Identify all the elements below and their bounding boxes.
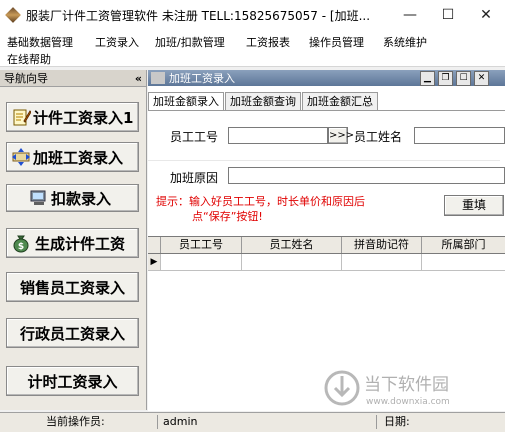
emp-name-input[interactable] [414,127,505,144]
nav-button-hourly-wage-entry[interactable]: 计时工资录入 [6,366,139,396]
tab-overtime-entry[interactable]: 加班金额录入 [148,92,224,111]
arrows-compress-icon [12,148,30,166]
reason-label: 加班原因 [170,171,219,185]
grid-column-header[interactable]: 拼音助记符 [342,237,422,253]
nav-button-deduction-entry[interactable]: 扣款录入 [6,184,139,212]
menu-bar: 基础数据管理 工资录入 加班/扣款管理 工资报表 操作员管理 系统维护 在线帮助 [0,30,505,67]
nav-button-label: 计件工资录入1 [33,108,134,127]
menu-system-maintenance[interactable]: 系统维护 [383,34,427,50]
grid-corner [148,237,161,253]
table-cell[interactable] [161,254,242,270]
nav-button-admin-wage-entry[interactable]: 行政员工资录入 [6,318,139,348]
close-button[interactable]: ✕ [467,0,505,30]
date-label: 日期: [384,415,410,428]
emp-id-input[interactable] [228,127,328,144]
operator-label: 当前操作员: [46,415,105,428]
tab-strip: 加班金额录入 加班金额查询 加班金额汇总 [148,92,379,111]
data-grid: 员工工号 员工姓名 拼音助记符 所属部门 ▶ [148,236,505,411]
operator-value: admin [163,415,198,428]
emp-id-label: 员工工号 [170,130,219,144]
child-window: 加班工资录入 ▁ ❐ ☐ ✕ 加班金额录入 加班金额查询 加班金额汇总 员工工号… [148,70,505,411]
menu-wage-report[interactable]: 工资报表 [246,34,290,50]
maximize-button[interactable]: ☐ [429,0,467,30]
reason-input[interactable] [228,167,505,184]
divider [148,148,500,161]
emp-name-label: 员工姓名 [354,130,403,144]
nav-button-label: 加班工资录入 [33,148,124,167]
menu-overtime-deduction[interactable]: 加班/扣款管理 [155,34,225,50]
nav-button-label: 销售员工资录入 [19,278,125,297]
table-cell[interactable] [422,254,505,270]
child-restore-button[interactable]: ❐ [438,71,453,86]
entry-form: 员工工号 >>> 员工姓名 加班原因 提示：输入好员工工号，时长单价和原因后 点… [148,110,505,237]
title-bar: 服装厂计件工资管理软件 未注册 TELL:15825675057 - [加班..… [0,0,505,30]
pencil-paper-icon [13,109,31,126]
hint-line-1: 提示：输入好员工工号，时长单价和原因后 [156,195,365,208]
navigation-panel: 导航向导 « 计件工资录入1 加班工资录入 扣款录入 $ 生成计件工资 销售员工… [0,70,147,410]
computer-icon [30,190,46,205]
child-close-button[interactable]: ✕ [474,71,489,86]
nav-button-sales-wage-entry[interactable]: 销售员工资录入 [6,272,139,302]
menu-basic-data[interactable]: 基础数据管理 [7,34,73,50]
child-window-icon [151,72,165,84]
child-window-titlebar: 加班工资录入 ▁ ❐ ☐ ✕ [148,70,505,86]
grid-column-header[interactable]: 员工姓名 [242,237,342,253]
nav-button-overtime-entry[interactable]: 加班工资录入 [6,142,139,172]
row-indicator-icon: ▶ [148,254,161,270]
app-icon [5,7,21,23]
nav-button-label: 计时工资录入 [27,372,118,391]
hint-line-2: 点“保存”按钮! [192,210,263,223]
reset-button[interactable]: 重填 [444,195,504,216]
grid-column-header[interactable]: 员工工号 [161,237,242,253]
status-bar: 当前操作员: admin 日期: [0,412,505,432]
table-cell[interactable] [242,254,342,270]
collapse-icon[interactable]: « [135,72,142,85]
nav-button-label: 扣款录入 [51,189,112,208]
minimize-button[interactable]: — [391,0,429,30]
menu-wage-entry[interactable]: 工资录入 [95,34,139,50]
window-title: 服装厂计件工资管理软件 未注册 TELL:15825675057 - [加班..… [26,8,371,23]
nav-header: 导航向导 « [0,70,146,87]
tab-overtime-summary[interactable]: 加班金额汇总 [302,92,378,110]
child-window-title: 加班工资录入 [169,72,235,85]
tab-overtime-query[interactable]: 加班金额查询 [225,92,301,110]
svg-text:$: $ [18,242,24,252]
table-cell[interactable] [342,254,422,270]
table-row[interactable]: ▶ [148,254,505,271]
divider [157,415,158,429]
grid-header: 员工工号 员工姓名 拼音助记符 所属部门 [148,237,505,254]
nav-button-generate-piecework[interactable]: $ 生成计件工资 [6,228,139,258]
nav-title: 导航向导 [4,72,48,85]
divider [376,415,377,429]
money-bag-icon: $ [13,235,29,253]
child-minimize-button[interactable]: ▁ [420,71,435,86]
nav-button-piecework-entry[interactable]: 计件工资录入1 [6,102,139,132]
menu-online-help[interactable]: 在线帮助 [7,51,51,67]
nav-button-label: 行政员工资录入 [19,324,125,343]
menu-operator-management[interactable]: 操作员管理 [309,34,364,50]
grid-column-header[interactable]: 所属部门 [422,237,505,253]
child-maximize-button[interactable]: ☐ [456,71,471,86]
lookup-button[interactable]: >>> [328,127,354,144]
nav-button-label: 生成计件工资 [35,234,126,253]
